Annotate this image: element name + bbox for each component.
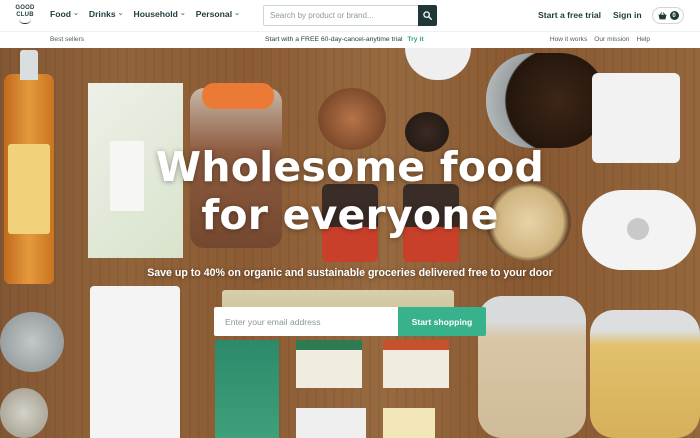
- search-bar: [263, 5, 437, 26]
- menu-item-drinks[interactable]: Drinks ⌄: [89, 9, 124, 19]
- start-free-trial-link[interactable]: Start a free trial: [538, 10, 601, 20]
- hero-banner: Wholesome food for everyone Save up to 4…: [0, 48, 700, 438]
- menu-item-food[interactable]: Food ⌄: [50, 9, 79, 19]
- pukka-tea-box-image: [215, 340, 279, 438]
- cornmeal-jar-image: [590, 310, 700, 438]
- hero-headline-line2: for everyone: [201, 191, 499, 239]
- rice-bowl-image: [405, 48, 471, 80]
- chevron-down-icon: ⌄: [234, 10, 240, 17]
- menu-item-label: Household: [133, 9, 178, 19]
- menu-item-personal[interactable]: Personal ⌄: [196, 9, 240, 19]
- email-signup-form: Start shopping: [214, 307, 486, 336]
- promo-text: Start with a FREE 60-day-cancel-anytime …: [265, 36, 403, 43]
- chevron-down-icon: ⌄: [73, 10, 79, 17]
- menu-item-label: Drinks: [88, 9, 116, 19]
- email-field[interactable]: [214, 307, 398, 336]
- hero-headline-line1: Wholesome food: [155, 143, 545, 191]
- product-box-image: [383, 408, 435, 438]
- info-links: How it works Our mission Help: [550, 36, 650, 43]
- logo-line1: GOOD: [15, 5, 35, 11]
- kallo-stock-box-image: [383, 340, 449, 388]
- coffee-canister-image: [486, 53, 606, 148]
- menu-item-label: Personal: [195, 9, 233, 19]
- product-box-image: [296, 408, 366, 438]
- our-mission-link[interactable]: Our mission: [594, 36, 629, 43]
- logo-line2: CLUB: [16, 11, 34, 18]
- secondary-navigation: Best sellers Start with a FREE 60-day-ca…: [0, 31, 700, 48]
- hero-subtitle: Save up to 40% on organic and sustainabl…: [147, 267, 553, 279]
- oats-jar-image: [478, 296, 586, 438]
- search-button[interactable]: [418, 5, 437, 26]
- search-input[interactable]: [263, 5, 418, 26]
- basket-icon: [658, 11, 666, 19]
- help-link[interactable]: Help: [636, 36, 650, 43]
- category-menu: Food ⌄ Drinks ⌄ Household ⌄ Personal ⌄: [50, 9, 240, 19]
- good-club-logo[interactable]: GOOD CLUB: [12, 5, 38, 27]
- almond-bowl-image: [318, 88, 386, 150]
- jar-lid-image: [202, 83, 274, 109]
- basket-count-badge: 0: [669, 11, 679, 20]
- menu-item-label: Food: [50, 9, 71, 19]
- best-sellers-link[interactable]: Best sellers: [50, 36, 84, 43]
- logo-smile-icon: [19, 19, 31, 24]
- tin-image: [0, 388, 48, 438]
- try-it-link[interactable]: Try it: [407, 36, 423, 43]
- hero-headline: Wholesome food for everyone: [0, 143, 700, 239]
- chevron-down-icon: ⌄: [179, 10, 186, 17]
- sign-in-link[interactable]: Sign in: [613, 10, 642, 20]
- start-shopping-button[interactable]: Start shopping: [398, 307, 486, 336]
- basket-button[interactable]: 0: [652, 7, 684, 24]
- how-it-works-link[interactable]: How it works: [550, 36, 587, 43]
- kitchen-roll-image: [90, 286, 180, 438]
- chevron-down-icon: ⌄: [117, 10, 124, 17]
- top-navigation: GOOD CLUB Food ⌄ Drinks ⌄ Household ⌄ Pe…: [0, 0, 700, 31]
- tin-image: [0, 312, 64, 372]
- menu-item-household[interactable]: Household ⌄: [134, 9, 186, 19]
- kallo-stock-box-image: [296, 340, 362, 388]
- trial-promo-banner: Start with a FREE 60-day-cancel-anytime …: [265, 36, 424, 43]
- search-icon: [423, 11, 432, 20]
